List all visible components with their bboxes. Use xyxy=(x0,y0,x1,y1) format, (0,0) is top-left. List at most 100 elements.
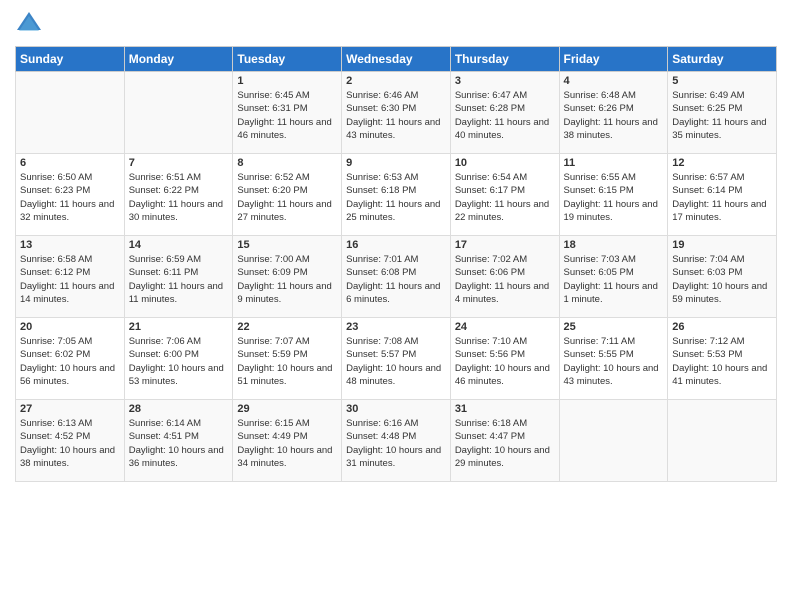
calendar-cell xyxy=(124,72,233,154)
calendar-table: SundayMondayTuesdayWednesdayThursdayFrid… xyxy=(15,46,777,482)
cell-content: Sunrise: 6:50 AM Sunset: 6:23 PM Dayligh… xyxy=(20,171,120,224)
day-number: 8 xyxy=(237,157,337,169)
day-number: 22 xyxy=(237,321,337,333)
calendar-cell: 24 Sunrise: 7:10 AM Sunset: 5:56 PM Dayli… xyxy=(450,318,559,400)
calendar-cell: 18 Sunrise: 7:03 AM Sunset: 6:05 PM Dayli… xyxy=(559,236,668,318)
day-number: 21 xyxy=(129,321,229,333)
calendar-cell: 16 Sunrise: 7:01 AM Sunset: 6:08 PM Dayli… xyxy=(342,236,451,318)
cell-content: Sunrise: 7:12 AM Sunset: 5:53 PM Dayligh… xyxy=(672,335,772,388)
cell-content: Sunrise: 6:16 AM Sunset: 4:48 PM Dayligh… xyxy=(346,417,446,470)
calendar-cell: 22 Sunrise: 7:07 AM Sunset: 5:59 PM Dayli… xyxy=(233,318,342,400)
cell-content: Sunrise: 7:01 AM Sunset: 6:08 PM Dayligh… xyxy=(346,253,446,306)
calendar-cell: 8 Sunrise: 6:52 AM Sunset: 6:20 PM Daylig… xyxy=(233,154,342,236)
day-number: 3 xyxy=(455,75,555,87)
calendar-cell: 28 Sunrise: 6:14 AM Sunset: 4:51 PM Dayli… xyxy=(124,400,233,482)
day-number: 9 xyxy=(346,157,446,169)
cell-content: Sunrise: 6:46 AM Sunset: 6:30 PM Dayligh… xyxy=(346,89,446,142)
weekday-header-thursday: Thursday xyxy=(450,47,559,72)
weekday-header-wednesday: Wednesday xyxy=(342,47,451,72)
cell-content: Sunrise: 7:06 AM Sunset: 6:00 PM Dayligh… xyxy=(129,335,229,388)
calendar-cell: 23Sunrise: 7:08 AM Sunset: 5:57 PM Dayli… xyxy=(342,318,451,400)
calendar-cell: 5 Sunrise: 6:49 AM Sunset: 6:25 PM Daylig… xyxy=(668,72,777,154)
cell-content: Sunrise: 6:49 AM Sunset: 6:25 PM Dayligh… xyxy=(672,89,772,142)
week-row-4: 20Sunrise: 7:05 AM Sunset: 6:02 PM Dayli… xyxy=(16,318,777,400)
cell-content: Sunrise: 7:04 AM Sunset: 6:03 PM Dayligh… xyxy=(672,253,772,306)
cell-content: Sunrise: 6:47 AM Sunset: 6:28 PM Dayligh… xyxy=(455,89,555,142)
cell-content: Sunrise: 6:58 AM Sunset: 6:12 PM Dayligh… xyxy=(20,253,120,306)
logo-icon xyxy=(15,10,43,38)
day-number: 2 xyxy=(346,75,446,87)
day-number: 1 xyxy=(237,75,337,87)
day-number: 13 xyxy=(20,239,120,251)
day-number: 16 xyxy=(346,239,446,251)
page-container: SundayMondayTuesdayWednesdayThursdayFrid… xyxy=(0,0,792,492)
calendar-cell: 4 Sunrise: 6:48 AM Sunset: 6:26 PM Daylig… xyxy=(559,72,668,154)
cell-content: Sunrise: 6:55 AM Sunset: 6:15 PM Dayligh… xyxy=(564,171,664,224)
calendar-cell: 17Sunrise: 7:02 AM Sunset: 6:06 PM Dayli… xyxy=(450,236,559,318)
day-number: 25 xyxy=(564,321,664,333)
calendar-cell: 31 Sunrise: 6:18 AM Sunset: 4:47 PM Dayli… xyxy=(450,400,559,482)
week-row-2: 6 Sunrise: 6:50 AM Sunset: 6:23 PM Daylig… xyxy=(16,154,777,236)
cell-content: Sunrise: 7:00 AM Sunset: 6:09 PM Dayligh… xyxy=(237,253,337,306)
cell-content: Sunrise: 6:18 AM Sunset: 4:47 PM Dayligh… xyxy=(455,417,555,470)
cell-content: Sunrise: 6:59 AM Sunset: 6:11 PM Dayligh… xyxy=(129,253,229,306)
logo xyxy=(15,10,47,38)
cell-content: Sunrise: 7:07 AM Sunset: 5:59 PM Dayligh… xyxy=(237,335,337,388)
day-number: 11 xyxy=(564,157,664,169)
calendar-cell xyxy=(559,400,668,482)
weekday-header-monday: Monday xyxy=(124,47,233,72)
day-number: 30 xyxy=(346,403,446,415)
day-number: 23 xyxy=(346,321,446,333)
calendar-cell: 26 Sunrise: 7:12 AM Sunset: 5:53 PM Dayli… xyxy=(668,318,777,400)
cell-content: Sunrise: 6:15 AM Sunset: 4:49 PM Dayligh… xyxy=(237,417,337,470)
day-number: 28 xyxy=(129,403,229,415)
calendar-cell: 25Sunrise: 7:11 AM Sunset: 5:55 PM Dayli… xyxy=(559,318,668,400)
calendar-cell: 13 Sunrise: 6:58 AM Sunset: 6:12 PM Dayli… xyxy=(16,236,125,318)
day-number: 29 xyxy=(237,403,337,415)
day-number: 27 xyxy=(20,403,120,415)
cell-content: Sunrise: 6:45 AM Sunset: 6:31 PM Dayligh… xyxy=(237,89,337,142)
day-number: 12 xyxy=(672,157,772,169)
calendar-cell: 15Sunrise: 7:00 AM Sunset: 6:09 PM Dayli… xyxy=(233,236,342,318)
calendar-cell: 9Sunrise: 6:53 AM Sunset: 6:18 PM Daylig… xyxy=(342,154,451,236)
day-number: 18 xyxy=(564,239,664,251)
calendar-cell: 27 Sunrise: 6:13 AM Sunset: 4:52 PM Dayli… xyxy=(16,400,125,482)
day-number: 19 xyxy=(672,239,772,251)
day-number: 7 xyxy=(129,157,229,169)
cell-content: Sunrise: 7:10 AM Sunset: 5:56 PM Dayligh… xyxy=(455,335,555,388)
day-number: 14 xyxy=(129,239,229,251)
cell-content: Sunrise: 7:03 AM Sunset: 6:05 PM Dayligh… xyxy=(564,253,664,306)
cell-content: Sunrise: 6:48 AM Sunset: 6:26 PM Dayligh… xyxy=(564,89,664,142)
weekday-header-tuesday: Tuesday xyxy=(233,47,342,72)
day-number: 5 xyxy=(672,75,772,87)
calendar-cell: 2 Sunrise: 6:46 AM Sunset: 6:30 PM Daylig… xyxy=(342,72,451,154)
day-number: 4 xyxy=(564,75,664,87)
calendar-cell: 30 Sunrise: 6:16 AM Sunset: 4:48 PM Dayli… xyxy=(342,400,451,482)
day-number: 26 xyxy=(672,321,772,333)
cell-content: Sunrise: 6:52 AM Sunset: 6:20 PM Dayligh… xyxy=(237,171,337,224)
cell-content: Sunrise: 6:54 AM Sunset: 6:17 PM Dayligh… xyxy=(455,171,555,224)
calendar-cell: 14 Sunrise: 6:59 AM Sunset: 6:11 PM Dayli… xyxy=(124,236,233,318)
cell-content: Sunrise: 7:05 AM Sunset: 6:02 PM Dayligh… xyxy=(20,335,120,388)
calendar-cell: 12Sunrise: 6:57 AM Sunset: 6:14 PM Dayli… xyxy=(668,154,777,236)
weekday-header-sunday: Sunday xyxy=(16,47,125,72)
cell-content: Sunrise: 6:14 AM Sunset: 4:51 PM Dayligh… xyxy=(129,417,229,470)
cell-content: Sunrise: 6:13 AM Sunset: 4:52 PM Dayligh… xyxy=(20,417,120,470)
cell-content: Sunrise: 6:51 AM Sunset: 6:22 PM Dayligh… xyxy=(129,171,229,224)
calendar-cell: 29 Sunrise: 6:15 AM Sunset: 4:49 PM Dayli… xyxy=(233,400,342,482)
day-number: 31 xyxy=(455,403,555,415)
day-number: 24 xyxy=(455,321,555,333)
day-number: 10 xyxy=(455,157,555,169)
calendar-cell: 19 Sunrise: 7:04 AM Sunset: 6:03 PM Dayli… xyxy=(668,236,777,318)
calendar-cell: 6 Sunrise: 6:50 AM Sunset: 6:23 PM Daylig… xyxy=(16,154,125,236)
calendar-cell: 20Sunrise: 7:05 AM Sunset: 6:02 PM Dayli… xyxy=(16,318,125,400)
day-number: 6 xyxy=(20,157,120,169)
header xyxy=(15,10,777,38)
calendar-cell: 7 Sunrise: 6:51 AM Sunset: 6:22 PM Daylig… xyxy=(124,154,233,236)
calendar-cell: 21 Sunrise: 7:06 AM Sunset: 6:00 PM Dayli… xyxy=(124,318,233,400)
cell-content: Sunrise: 7:02 AM Sunset: 6:06 PM Dayligh… xyxy=(455,253,555,306)
calendar-cell: 10 Sunrise: 6:54 AM Sunset: 6:17 PM Dayli… xyxy=(450,154,559,236)
calendar-cell: 11 Sunrise: 6:55 AM Sunset: 6:15 PM Dayli… xyxy=(559,154,668,236)
week-row-1: 1 Sunrise: 6:45 AM Sunset: 6:31 PM Daylig… xyxy=(16,72,777,154)
week-row-5: 27 Sunrise: 6:13 AM Sunset: 4:52 PM Dayli… xyxy=(16,400,777,482)
